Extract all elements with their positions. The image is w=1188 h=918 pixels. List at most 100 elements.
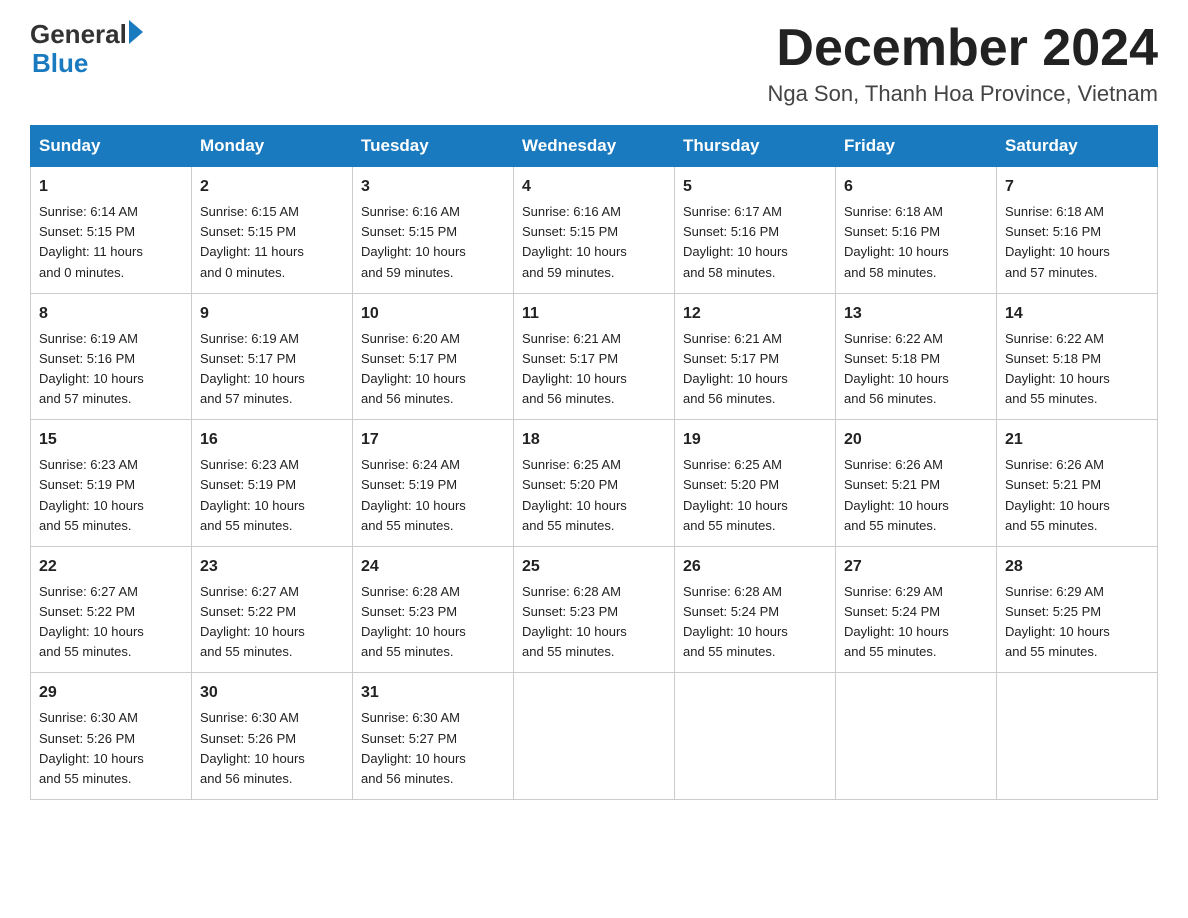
day-info: Sunrise: 6:21 AMSunset: 5:17 PMDaylight:… [683,331,788,406]
day-info: Sunrise: 6:26 AMSunset: 5:21 PMDaylight:… [1005,457,1110,532]
calendar-day-cell: 28 Sunrise: 6:29 AMSunset: 5:25 PMDaylig… [997,546,1158,673]
day-number: 19 [683,428,827,452]
weekday-header-friday: Friday [836,126,997,167]
calendar-day-cell: 4 Sunrise: 6:16 AMSunset: 5:15 PMDayligh… [514,167,675,294]
weekday-header-thursday: Thursday [675,126,836,167]
day-info: Sunrise: 6:24 AMSunset: 5:19 PMDaylight:… [361,457,466,532]
weekday-header-monday: Monday [192,126,353,167]
weekday-header-saturday: Saturday [997,126,1158,167]
day-number: 6 [844,175,988,199]
day-info: Sunrise: 6:27 AMSunset: 5:22 PMDaylight:… [39,584,144,659]
calendar-week-row: 8 Sunrise: 6:19 AMSunset: 5:16 PMDayligh… [31,293,1158,420]
calendar-day-cell: 15 Sunrise: 6:23 AMSunset: 5:19 PMDaylig… [31,420,192,547]
calendar-day-cell: 21 Sunrise: 6:26 AMSunset: 5:21 PMDaylig… [997,420,1158,547]
calendar-day-cell: 24 Sunrise: 6:28 AMSunset: 5:23 PMDaylig… [353,546,514,673]
day-info: Sunrise: 6:25 AMSunset: 5:20 PMDaylight:… [522,457,627,532]
day-number: 14 [1005,302,1149,326]
calendar-day-cell: 16 Sunrise: 6:23 AMSunset: 5:19 PMDaylig… [192,420,353,547]
day-number: 1 [39,175,183,199]
day-number: 8 [39,302,183,326]
weekday-header-tuesday: Tuesday [353,126,514,167]
day-info: Sunrise: 6:19 AMSunset: 5:17 PMDaylight:… [200,331,305,406]
calendar-day-cell: 23 Sunrise: 6:27 AMSunset: 5:22 PMDaylig… [192,546,353,673]
day-number: 29 [39,681,183,705]
day-number: 5 [683,175,827,199]
header: General Blue December 2024 Nga Son, Than… [30,20,1158,107]
day-number: 26 [683,555,827,579]
calendar-day-cell: 13 Sunrise: 6:22 AMSunset: 5:18 PMDaylig… [836,293,997,420]
day-number: 17 [361,428,505,452]
calendar-day-cell: 3 Sunrise: 6:16 AMSunset: 5:15 PMDayligh… [353,167,514,294]
weekday-header-wednesday: Wednesday [514,126,675,167]
day-info: Sunrise: 6:14 AMSunset: 5:15 PMDaylight:… [39,204,143,279]
calendar-day-cell: 17 Sunrise: 6:24 AMSunset: 5:19 PMDaylig… [353,420,514,547]
calendar-week-row: 29 Sunrise: 6:30 AMSunset: 5:26 PMDaylig… [31,673,1158,800]
logo: General Blue [30,20,143,77]
day-number: 31 [361,681,505,705]
weekday-header-sunday: Sunday [31,126,192,167]
day-number: 28 [1005,555,1149,579]
calendar-week-row: 1 Sunrise: 6:14 AMSunset: 5:15 PMDayligh… [31,167,1158,294]
calendar-day-cell: 5 Sunrise: 6:17 AMSunset: 5:16 PMDayligh… [675,167,836,294]
day-info: Sunrise: 6:15 AMSunset: 5:15 PMDaylight:… [200,204,304,279]
day-number: 18 [522,428,666,452]
calendar-day-cell: 8 Sunrise: 6:19 AMSunset: 5:16 PMDayligh… [31,293,192,420]
calendar-day-cell [997,673,1158,800]
day-info: Sunrise: 6:25 AMSunset: 5:20 PMDaylight:… [683,457,788,532]
day-number: 24 [361,555,505,579]
day-number: 15 [39,428,183,452]
logo-general-text: General [30,20,127,49]
calendar-day-cell [836,673,997,800]
calendar-day-cell: 29 Sunrise: 6:30 AMSunset: 5:26 PMDaylig… [31,673,192,800]
day-info: Sunrise: 6:29 AMSunset: 5:25 PMDaylight:… [1005,584,1110,659]
day-number: 27 [844,555,988,579]
day-info: Sunrise: 6:28 AMSunset: 5:24 PMDaylight:… [683,584,788,659]
day-number: 22 [39,555,183,579]
weekday-header-row: SundayMondayTuesdayWednesdayThursdayFrid… [31,126,1158,167]
title-area: December 2024 Nga Son, Thanh Hoa Provinc… [767,20,1158,107]
day-info: Sunrise: 6:27 AMSunset: 5:22 PMDaylight:… [200,584,305,659]
day-info: Sunrise: 6:20 AMSunset: 5:17 PMDaylight:… [361,331,466,406]
day-info: Sunrise: 6:18 AMSunset: 5:16 PMDaylight:… [844,204,949,279]
calendar-day-cell: 1 Sunrise: 6:14 AMSunset: 5:15 PMDayligh… [31,167,192,294]
day-info: Sunrise: 6:18 AMSunset: 5:16 PMDaylight:… [1005,204,1110,279]
day-info: Sunrise: 6:30 AMSunset: 5:26 PMDaylight:… [39,710,144,785]
day-number: 12 [683,302,827,326]
day-info: Sunrise: 6:30 AMSunset: 5:27 PMDaylight:… [361,710,466,785]
day-info: Sunrise: 6:22 AMSunset: 5:18 PMDaylight:… [1005,331,1110,406]
calendar-day-cell: 19 Sunrise: 6:25 AMSunset: 5:20 PMDaylig… [675,420,836,547]
day-number: 4 [522,175,666,199]
day-number: 3 [361,175,505,199]
day-info: Sunrise: 6:17 AMSunset: 5:16 PMDaylight:… [683,204,788,279]
day-number: 2 [200,175,344,199]
day-info: Sunrise: 6:21 AMSunset: 5:17 PMDaylight:… [522,331,627,406]
calendar-day-cell: 10 Sunrise: 6:20 AMSunset: 5:17 PMDaylig… [353,293,514,420]
day-info: Sunrise: 6:19 AMSunset: 5:16 PMDaylight:… [39,331,144,406]
calendar-table: SundayMondayTuesdayWednesdayThursdayFrid… [30,125,1158,800]
calendar-day-cell: 30 Sunrise: 6:30 AMSunset: 5:26 PMDaylig… [192,673,353,800]
calendar-day-cell: 12 Sunrise: 6:21 AMSunset: 5:17 PMDaylig… [675,293,836,420]
calendar-day-cell: 14 Sunrise: 6:22 AMSunset: 5:18 PMDaylig… [997,293,1158,420]
location-subtitle: Nga Son, Thanh Hoa Province, Vietnam [767,81,1158,107]
calendar-day-cell: 18 Sunrise: 6:25 AMSunset: 5:20 PMDaylig… [514,420,675,547]
day-number: 23 [200,555,344,579]
calendar-day-cell: 22 Sunrise: 6:27 AMSunset: 5:22 PMDaylig… [31,546,192,673]
day-number: 16 [200,428,344,452]
calendar-day-cell: 7 Sunrise: 6:18 AMSunset: 5:16 PMDayligh… [997,167,1158,294]
day-number: 20 [844,428,988,452]
day-number: 13 [844,302,988,326]
calendar-week-row: 15 Sunrise: 6:23 AMSunset: 5:19 PMDaylig… [31,420,1158,547]
day-info: Sunrise: 6:23 AMSunset: 5:19 PMDaylight:… [200,457,305,532]
day-info: Sunrise: 6:22 AMSunset: 5:18 PMDaylight:… [844,331,949,406]
day-info: Sunrise: 6:16 AMSunset: 5:15 PMDaylight:… [361,204,466,279]
day-info: Sunrise: 6:16 AMSunset: 5:15 PMDaylight:… [522,204,627,279]
day-info: Sunrise: 6:28 AMSunset: 5:23 PMDaylight:… [361,584,466,659]
day-number: 25 [522,555,666,579]
day-info: Sunrise: 6:28 AMSunset: 5:23 PMDaylight:… [522,584,627,659]
calendar-day-cell: 20 Sunrise: 6:26 AMSunset: 5:21 PMDaylig… [836,420,997,547]
calendar-day-cell: 11 Sunrise: 6:21 AMSunset: 5:17 PMDaylig… [514,293,675,420]
logo-blue-text: Blue [32,49,143,78]
day-number: 10 [361,302,505,326]
day-number: 11 [522,302,666,326]
calendar-day-cell: 27 Sunrise: 6:29 AMSunset: 5:24 PMDaylig… [836,546,997,673]
